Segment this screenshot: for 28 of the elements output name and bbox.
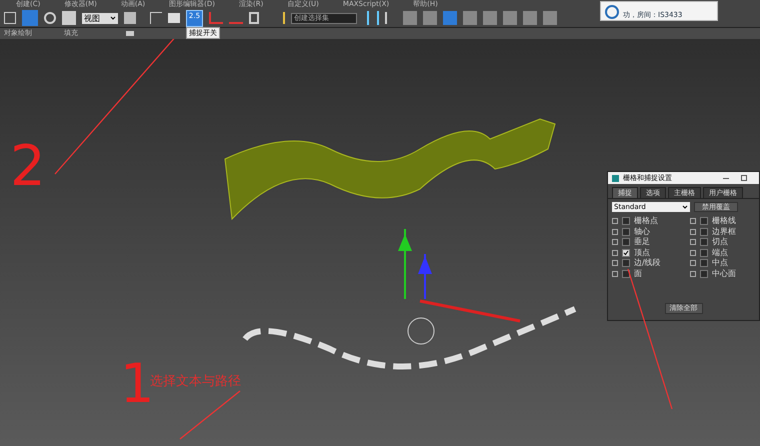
checkbox[interactable] xyxy=(700,248,708,257)
option-label: 顶点 xyxy=(634,248,650,257)
maximize-icon[interactable] xyxy=(741,175,747,181)
checkbox[interactable] xyxy=(622,228,630,236)
view-dropdown[interactable]: 视图 xyxy=(82,12,118,24)
checkbox[interactable] xyxy=(622,248,630,257)
option-label: 端点 xyxy=(712,248,728,257)
logo-icon xyxy=(605,5,619,19)
option-label: 栅格点 xyxy=(634,217,658,226)
annotation-number: 2 xyxy=(10,139,46,195)
checkbox[interactable] xyxy=(700,228,708,236)
checkbox[interactable] xyxy=(622,238,630,246)
app-icon xyxy=(612,174,619,182)
option-label: 轴心 xyxy=(634,228,650,236)
checkbox[interactable] xyxy=(700,238,708,246)
option-label: 切点 xyxy=(712,238,728,246)
option-label: 中心面 xyxy=(712,270,736,278)
checkbox[interactable] xyxy=(700,259,708,268)
option-label: 面 xyxy=(634,270,642,278)
option-label: 垂足 xyxy=(634,238,650,246)
checkbox[interactable] xyxy=(622,217,630,226)
checkbox[interactable] xyxy=(622,259,630,268)
checkbox[interactable] xyxy=(700,270,708,278)
checkbox[interactable] xyxy=(700,217,708,226)
option-label: 边界框 xyxy=(712,228,736,236)
option-label: 中点 xyxy=(712,259,728,268)
option-label: 边/线段 xyxy=(634,259,661,268)
option-label: 栅格线 xyxy=(712,217,736,226)
